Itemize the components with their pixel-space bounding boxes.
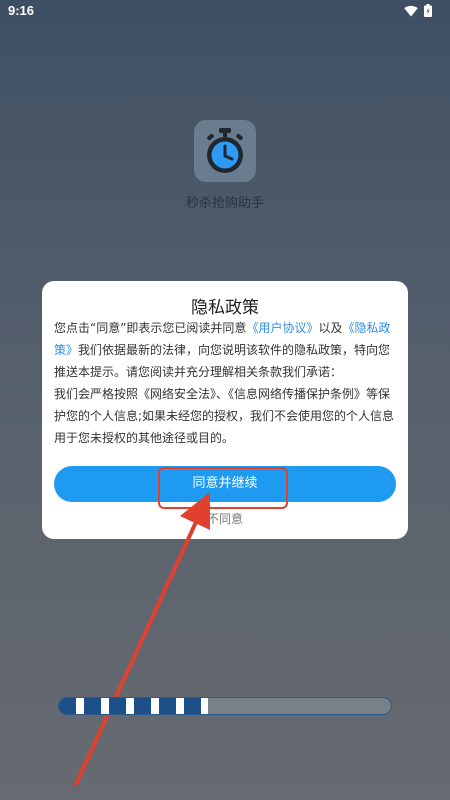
annotation-highlight-box [158,467,288,509]
wifi-icon [404,5,418,16]
user-agreement-link[interactable]: 《用户协议》 [246,321,318,335]
privacy-text-and: 以及 [318,321,343,335]
status-bar: 9:16 [0,0,450,22]
progress-fill [59,698,209,714]
battery-icon [424,4,432,17]
app-icon[interactable] [194,120,256,182]
privacy-text-intro: 您点击“同意”即表示您已阅读并同意 [54,321,247,335]
loading-progress-bar [58,697,392,715]
status-time: 9:16 [8,3,35,18]
app-name: 秒杀抢购助手 [185,196,264,211]
status-icons [404,4,432,17]
privacy-text-notice: 我们依据最新的法律，向您说明该软件的隐私政策，特向您推送本提示。请您阅读并充分理… [54,343,391,379]
privacy-paragraph-2: 我们会严格按照《网络安全法》、《信息网络传播保护条例》等保护您的个人信息;如果未… [54,387,395,445]
stopwatch-icon [207,128,243,173]
dialog-body: 您点击“同意”即表示您已阅读并同意《用户协议》以及《隐私政策》我们依据最新的法律… [54,317,396,449]
privacy-paragraph-1: 您点击“同意”即表示您已阅读并同意《用户协议》以及《隐私政策》我们依据最新的法律… [54,317,396,383]
dialog-title: 隐私政策 [191,298,259,318]
disagree-button[interactable]: 不同意 [42,510,408,527]
